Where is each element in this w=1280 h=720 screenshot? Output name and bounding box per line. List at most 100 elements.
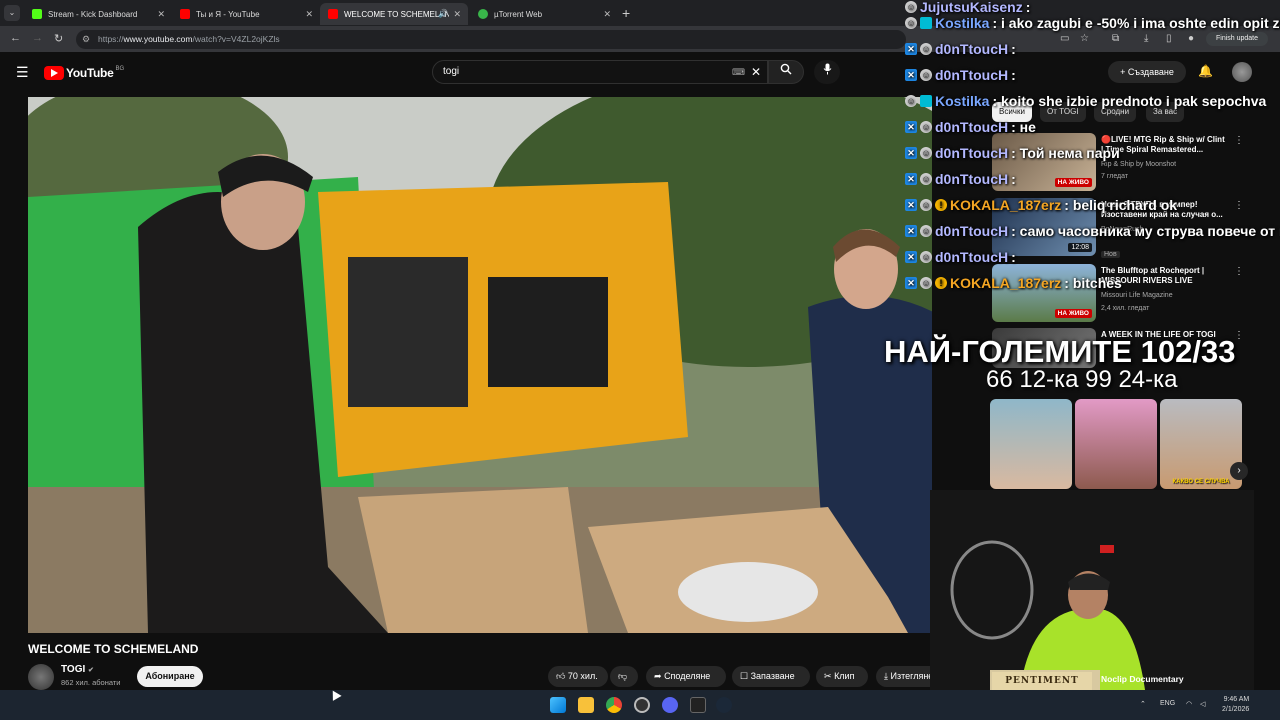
new-tab-button[interactable]: + — [622, 5, 630, 21]
short-thumbnail[interactable] — [990, 399, 1072, 489]
search-input[interactable]: togi ⌨ ✕ — [432, 60, 768, 84]
subscriber-count: 862 хил. абонати — [61, 678, 121, 687]
chat-username: d0nTtoucH — [935, 249, 1009, 265]
search-button[interactable] — [768, 60, 804, 84]
short-thumbnail[interactable]: КАКВО СЕ СЛУЧВА — [1160, 399, 1242, 489]
youtube-play-icon — [44, 66, 64, 80]
back-arrow-icon[interactable]: ← — [10, 32, 21, 44]
chat-text: : само часовника му струва повече от ко — [1011, 223, 1280, 239]
verified-icon: ✔ — [88, 667, 94, 674]
wifi-icon[interactable]: ◠ — [1186, 700, 1192, 708]
chat-username: Kostilka — [935, 15, 990, 31]
share-button[interactable]: ➦ Споделяне — [646, 666, 726, 687]
like-button[interactable]: 👍︎ 70 хил. — [548, 666, 608, 687]
voice-search-button[interactable] — [814, 60, 840, 84]
tab-utorrent[interactable]: µTorrent Web ✕ — [470, 3, 618, 25]
chat-username: d0nTtoucH — [935, 171, 1009, 187]
speaker-icon[interactable]: 🔊 — [438, 9, 448, 18]
chat-text: : beliq richard ok — [1064, 197, 1178, 213]
youtube-logo[interactable]: YouTube BG — [44, 66, 124, 80]
create-button[interactable]: + Създаване — [1108, 61, 1186, 83]
chevron-right-icon[interactable]: › — [1230, 462, 1248, 480]
chrome-icon[interactable] — [606, 697, 622, 713]
chat-badge-icon: ☺ — [905, 95, 917, 107]
close-icon[interactable]: ✕ — [603, 9, 611, 20]
chat-text: : — [1011, 41, 1016, 57]
steam-icon[interactable] — [716, 697, 732, 713]
clear-search-icon[interactable]: ✕ — [751, 61, 761, 83]
notifications-bell-icon[interactable]: 🔔 — [1198, 64, 1213, 78]
game-label: PENTIMENT — [992, 672, 1092, 690]
menu-icon[interactable]: ☰ — [16, 64, 29, 81]
chat-badge-icon: ☺ — [920, 225, 932, 237]
chevron-up-icon[interactable]: ⌃ — [1140, 700, 1146, 708]
language-indicator[interactable]: ENG — [1160, 700, 1175, 707]
video-player[interactable] — [28, 97, 932, 633]
account-avatar[interactable] — [1232, 62, 1252, 82]
start-windows-icon[interactable] — [550, 697, 566, 713]
download-icon: ⤓ — [884, 671, 888, 681]
chat-badge-icon: ✕ — [905, 121, 917, 133]
chat-badge-icon: ☺ — [920, 43, 932, 55]
chat-badge-icon: ☺ — [920, 199, 932, 211]
obs-icon[interactable] — [634, 697, 650, 713]
rec-menu-icon[interactable]: ⋮ — [1234, 135, 1244, 146]
now-playing-title[interactable]: Noclip Documentary — [1101, 674, 1184, 684]
discord-icon[interactable] — [662, 697, 678, 713]
chat-username: d0nTtoucH — [935, 145, 1009, 161]
file-explorer-icon[interactable] — [578, 697, 594, 713]
chat-username: d0nTtoucH — [935, 223, 1009, 239]
tab-youtube-song[interactable]: Ты и Я - YouTube ✕ — [172, 3, 320, 25]
short-thumbnail[interactable] — [1075, 399, 1157, 489]
dislike-button[interactable]: 👎︎ — [610, 666, 638, 687]
chat-message: ✕ ☺! KOKALA_187erz: bitches — [905, 270, 1122, 296]
channel-avatar[interactable] — [28, 664, 54, 690]
chat-username: d0nTtoucH — [935, 41, 1009, 57]
duration-badge: 12:08 — [1068, 243, 1092, 252]
chat-message: ✕ ☺ d0nTtoucH: — [905, 166, 1016, 192]
chat-username: Kostilka — [935, 93, 990, 109]
youtube-favicon-icon — [328, 9, 338, 19]
search-icon — [780, 63, 792, 75]
tab-schemeland[interactable]: WELCOME TO SCHEMELAN 🔊 ✕ — [320, 3, 468, 25]
chat-message: ✕ ☺ d0nTtoucH: — [905, 36, 1016, 62]
address-bar[interactable]: ⚙ https://www.youtube.com/watch?v=V4ZL2o… — [76, 30, 906, 49]
channel-name[interactable]: TOGI ✔ — [61, 664, 94, 675]
thumbs-down-icon: 👎︎ — [618, 671, 628, 681]
chat-username: d0nTtoucH — [935, 67, 1009, 83]
system-clock[interactable]: 9:46 AM 2/1/2026 — [1222, 695, 1249, 715]
rec-menu-icon[interactable]: ⋮ — [1234, 266, 1244, 277]
chat-badge-icon: ✕ — [905, 277, 917, 289]
chat-badge-icon: ☺ — [920, 277, 932, 289]
chat-username: d0nTtoucH — [935, 119, 1009, 135]
close-icon[interactable]: ✕ — [453, 9, 461, 20]
clip-button[interactable]: ✂ Клип — [816, 666, 868, 687]
live-badge: НА ЖИВО — [1054, 178, 1092, 187]
save-button[interactable]: ☐ Запазване — [732, 666, 810, 687]
terminal-icon[interactable] — [690, 697, 706, 713]
chat-text: : не — [1011, 119, 1036, 135]
chat-badge-icon: ✕ — [905, 43, 917, 55]
chat-badge-icon: ✕ — [905, 225, 917, 237]
rec-menu-icon[interactable]: ⋮ — [1234, 200, 1244, 211]
tab-search-button[interactable]: ⌄ — [4, 5, 20, 21]
close-icon[interactable]: ✕ — [157, 9, 165, 20]
rec-menu-icon[interactable]: ⋮ — [1234, 330, 1244, 341]
close-icon[interactable]: ✕ — [305, 9, 313, 20]
reload-icon[interactable]: ↻ — [54, 32, 63, 45]
live-badge: НА ЖИВО — [1054, 309, 1092, 318]
volume-icon[interactable]: ◁ — [1200, 700, 1205, 708]
chat-message: ✕ ☺ d0nTtoucH: не — [905, 114, 1036, 140]
subscribe-button[interactable]: Абониране — [137, 666, 203, 687]
video-title: WELCOME TO SCHEMELAND — [28, 642, 199, 656]
forward-arrow-icon[interactable]: → — [32, 32, 43, 44]
site-info-icon[interactable]: ⚙ — [82, 30, 90, 49]
keyboard-icon[interactable]: ⌨ — [732, 61, 745, 83]
tab-kick-dashboard[interactable]: Stream - Kick Dashboard ✕ — [24, 3, 172, 25]
chat-badge-icon: ✕ — [905, 147, 917, 159]
chat-message: ✕ ☺ d0nTtoucH: — [905, 62, 1016, 88]
chat-message: ✕ ☺ d0nTtoucH: — [905, 244, 1016, 270]
thumbs-up-icon: 👍︎ — [556, 671, 566, 681]
chat-badge-icon: ✕ — [905, 199, 917, 211]
chat-username: KOKALA_187erz — [950, 197, 1062, 213]
